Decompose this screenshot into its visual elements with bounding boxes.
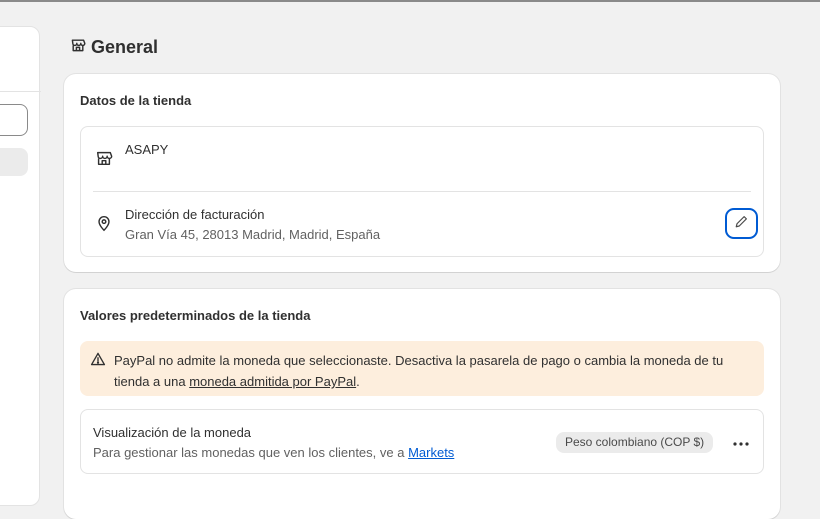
more-actions-button[interactable]	[729, 432, 753, 452]
sidebar-divider	[0, 91, 41, 92]
currency-help-text: Para gestionar las monedas que ven los c…	[93, 445, 454, 460]
settings-sidebar: s	[0, 26, 41, 506]
markets-link[interactable]: Markets	[408, 445, 454, 460]
currency-display-label: Visualización de la moneda	[93, 425, 252, 440]
page-header: General	[70, 37, 158, 58]
top-border	[0, 0, 820, 2]
store-defaults-card: Valores predeterminados de la tienda Pay…	[64, 289, 780, 519]
card-title: Datos de la tienda	[80, 93, 192, 108]
store-info-box: ASAPY Dirección de facturación Gran Vía …	[80, 126, 764, 257]
sidebar-search-input[interactable]	[0, 104, 28, 136]
page-title: General	[91, 37, 159, 57]
banner-message: PayPal no admite la moneda que seleccion…	[114, 350, 754, 392]
help-text: Para gestionar las monedas que ven los c…	[93, 445, 409, 460]
currency-badge: Peso colombiano (COP $)	[556, 432, 714, 453]
pencil-icon	[734, 214, 749, 234]
paypal-warning-banner: PayPal no admite la moneda que seleccion…	[80, 341, 764, 396]
currency-display-box: Visualización de la moneda Para gestiona…	[80, 409, 764, 474]
store-name: ASAPY	[125, 142, 169, 157]
card-title: Valores predeterminados de la tienda	[80, 308, 311, 323]
billing-address-value: Gran Vía 45, 28013 Madrid, Madrid, Españ…	[125, 227, 381, 242]
store-details-card: Datos de la tienda ASAPY Dirección de fa…	[64, 74, 780, 272]
store-icon	[70, 37, 86, 58]
supported-currency-link[interactable]: moneda admitida por PayPal	[189, 374, 356, 389]
divider	[93, 191, 751, 192]
banner-text-end: .	[356, 374, 360, 389]
edit-address-button[interactable]	[725, 208, 758, 239]
more-horizontal-icon	[733, 433, 749, 451]
billing-address-label: Dirección de facturación	[125, 207, 265, 222]
warning-icon	[90, 351, 106, 372]
store-icon	[95, 149, 113, 167]
sidebar-item-general[interactable]	[0, 148, 28, 176]
location-pin-icon	[95, 214, 113, 232]
